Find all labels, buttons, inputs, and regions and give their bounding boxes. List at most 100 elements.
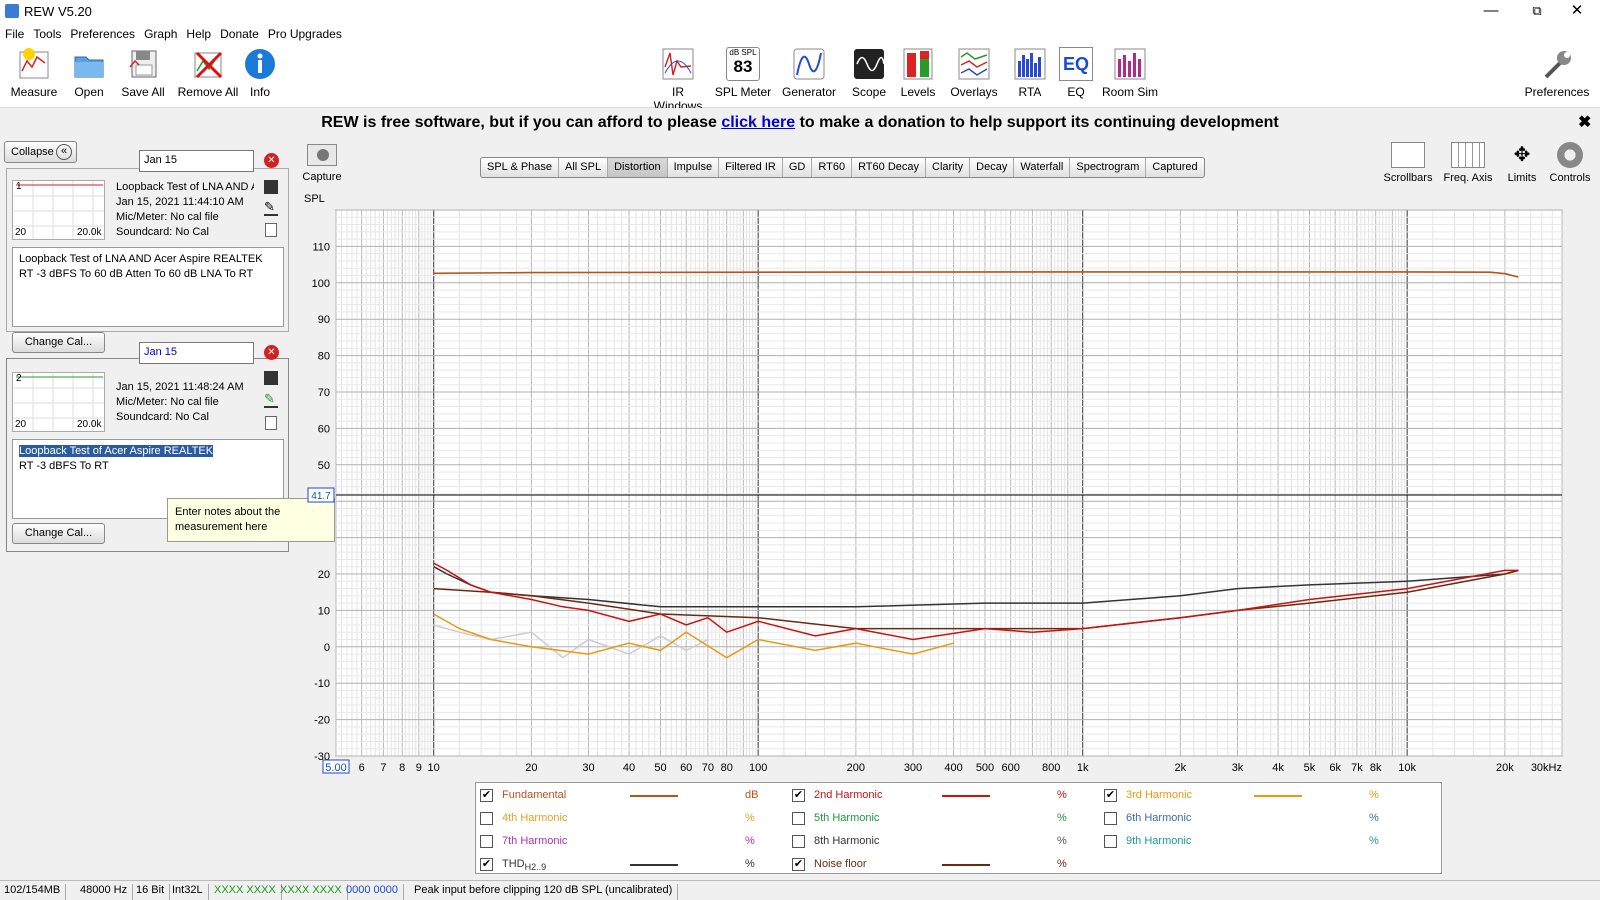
- menu-help[interactable]: Help: [181, 24, 215, 41]
- capture-button[interactable]: Capture: [302, 144, 342, 183]
- menu-pro-upgrades[interactable]: Pro Upgrades: [263, 24, 346, 41]
- pen-icon-1[interactable]: ✎: [264, 200, 278, 216]
- ir-windows-button[interactable]: IR Windows: [648, 47, 708, 113]
- scrollbars-button[interactable]: Scrollbars: [1378, 142, 1438, 184]
- controls-button[interactable]: Controls: [1542, 142, 1598, 184]
- collapse-label: Collapse: [11, 146, 54, 158]
- menu-donate[interactable]: Donate: [215, 24, 263, 41]
- menu-preferences[interactable]: Preferences: [65, 24, 139, 41]
- preferences-button[interactable]: Preferences: [1522, 47, 1592, 99]
- x-tick-label: 4k: [1272, 762, 1284, 774]
- rta-button[interactable]: RTA: [1012, 47, 1048, 99]
- thd-legend-unit: %: [745, 858, 755, 870]
- y-tick-label: 50: [318, 460, 330, 472]
- eq-icon: EQ: [1059, 47, 1093, 81]
- 6th-harmonic-legend-label: 6th Harmonic: [1126, 812, 1192, 824]
- generator-icon: [793, 48, 825, 80]
- document-icon-1[interactable]: [265, 223, 277, 237]
- tab-waterfall[interactable]: Waterfall: [1014, 158, 1071, 177]
- open-button[interactable]: Open: [66, 47, 112, 99]
- document-icon-2[interactable]: [265, 416, 277, 430]
- tab-spl-phase[interactable]: SPL & Phase: [481, 158, 560, 177]
- tab-rt60[interactable]: RT60: [812, 158, 853, 177]
- remove-measurement-icon-2[interactable]: ✕: [264, 345, 279, 360]
- donate-link[interactable]: click here: [721, 114, 795, 131]
- levels-button[interactable]: Levels: [898, 47, 938, 99]
- 6th-harmonic-checkbox[interactable]: [1104, 812, 1117, 825]
- tab-decay[interactable]: Decay: [970, 158, 1015, 177]
- freq-axis-button[interactable]: Freq. Axis: [1438, 142, 1498, 184]
- minimize-icon[interactable]: —: [1468, 0, 1514, 24]
- 8th-harmonic-checkbox[interactable]: [792, 835, 805, 848]
- graph-settings-icon-2[interactable]: [264, 371, 278, 385]
- 4th-harmonic-legend-label: 4th Harmonic: [502, 812, 568, 824]
- measurement-thumbnail-1[interactable]: 1 20 20.0k: [12, 180, 105, 240]
- fundamental-legend-label: Fundamental: [502, 789, 567, 801]
- tab-spectrogram[interactable]: Spectrogram: [1070, 158, 1147, 177]
- measurement-name-field-2[interactable]: Jan 15: [139, 342, 254, 364]
- input-level-indicator-3: 0000 0000: [346, 884, 404, 900]
- thumbnail-index-1: 1: [16, 181, 22, 192]
- controls-label: Controls: [1549, 172, 1591, 184]
- x-tick-label: 70: [702, 762, 714, 774]
- 2nd-harmonic-checkbox[interactable]: ✔: [792, 789, 805, 802]
- room-sim-button[interactable]: Room Sim: [1102, 47, 1158, 99]
- graph-settings-icon-1[interactable]: [264, 180, 278, 194]
- 9th-harmonic-legend-unit: %: [1369, 835, 1379, 847]
- thd-legend-subscript: H2..9: [524, 862, 547, 873]
- measure-button[interactable]: Measure: [8, 47, 60, 99]
- menu-graph[interactable]: Graph: [139, 24, 181, 41]
- eq-button[interactable]: EQ EQ: [1058, 47, 1094, 99]
- tab-gd[interactable]: GD: [783, 158, 813, 177]
- x-tick-label: 200: [847, 762, 865, 774]
- spl-meter-button[interactable]: dB SPL 83 SPL Meter: [714, 47, 772, 99]
- notes-area-1[interactable]: Loopback Test of LNA AND Acer Aspire REA…: [12, 247, 284, 327]
- scope-button[interactable]: Scope: [848, 47, 890, 99]
- tab-distortion[interactable]: Distortion: [608, 158, 668, 177]
- remove-measurement-icon-1[interactable]: ✕: [264, 153, 279, 168]
- 5th-harmonic-checkbox[interactable]: [792, 812, 805, 825]
- distortion-chart[interactable]: 110100908070605020100-10-20-30SPL5.00 6 7 8…: [296, 190, 1600, 776]
- y-tick-label: -20: [314, 715, 330, 727]
- close-icon[interactable]: ✕: [1554, 0, 1600, 24]
- tab-captured[interactable]: Captured: [1146, 158, 1203, 177]
- noise-floor-checkbox[interactable]: ✔: [792, 858, 805, 871]
- remove-all-button[interactable]: Remove All: [176, 47, 240, 99]
- y-tick-label: 20: [318, 569, 330, 581]
- 3rd-harmonic-checkbox[interactable]: ✔: [1104, 789, 1117, 802]
- change-cal-button-1[interactable]: Change Cal...: [12, 332, 105, 353]
- y-axis-label: SPL: [304, 193, 325, 205]
- y-tick-label: 90: [318, 314, 330, 326]
- y-tick-label: 0: [324, 642, 330, 654]
- thd-checkbox[interactable]: ✔: [480, 858, 493, 871]
- info-label: Info: [249, 85, 270, 99]
- thumbnail-max-freq-2: 20.0k: [77, 419, 102, 430]
- 4th-harmonic-checkbox[interactable]: [480, 812, 493, 825]
- tab-rt60-decay[interactable]: RT60 Decay: [852, 158, 926, 177]
- generator-button[interactable]: Generator: [780, 47, 838, 99]
- 7th-harmonic-checkbox[interactable]: [480, 835, 493, 848]
- fundamental-checkbox[interactable]: ✔: [480, 789, 493, 802]
- 9th-harmonic-checkbox[interactable]: [1104, 835, 1117, 848]
- tab-clarity[interactable]: Clarity: [926, 158, 971, 177]
- banner-close-icon[interactable]: ✖: [1578, 108, 1591, 138]
- pen-icon-2[interactable]: ✎: [264, 392, 278, 408]
- tab-all-spl[interactable]: All SPL: [559, 158, 609, 177]
- menu-tools[interactable]: Tools: [28, 24, 65, 41]
- menu-file[interactable]: File: [0, 24, 28, 41]
- change-cal-button-2[interactable]: Change Cal...: [12, 523, 105, 544]
- collapse-button[interactable]: Collapse «: [4, 141, 77, 163]
- y-tick-label: -10: [314, 678, 330, 690]
- tab-impulse[interactable]: Impulse: [668, 158, 720, 177]
- measurement-mic-1: Mic/Meter: No cal file: [116, 211, 219, 223]
- levels-icon: [903, 48, 933, 80]
- 7th-harmonic-legend-unit: %: [745, 835, 755, 847]
- overlays-button[interactable]: Overlays: [946, 47, 1002, 99]
- measurement-name-field-1[interactable]: Jan 15: [139, 150, 254, 172]
- save-all-button[interactable]: Save All: [118, 47, 168, 99]
- info-button[interactable]: Info: [242, 47, 278, 99]
- tab-filtered-ir[interactable]: Filtered IR: [719, 158, 783, 177]
- measurement-thumbnail-2[interactable]: 2 20 20.0k: [12, 372, 105, 432]
- 2nd-harmonic-legend-unit: %: [1057, 789, 1067, 801]
- open-label: Open: [74, 85, 104, 99]
